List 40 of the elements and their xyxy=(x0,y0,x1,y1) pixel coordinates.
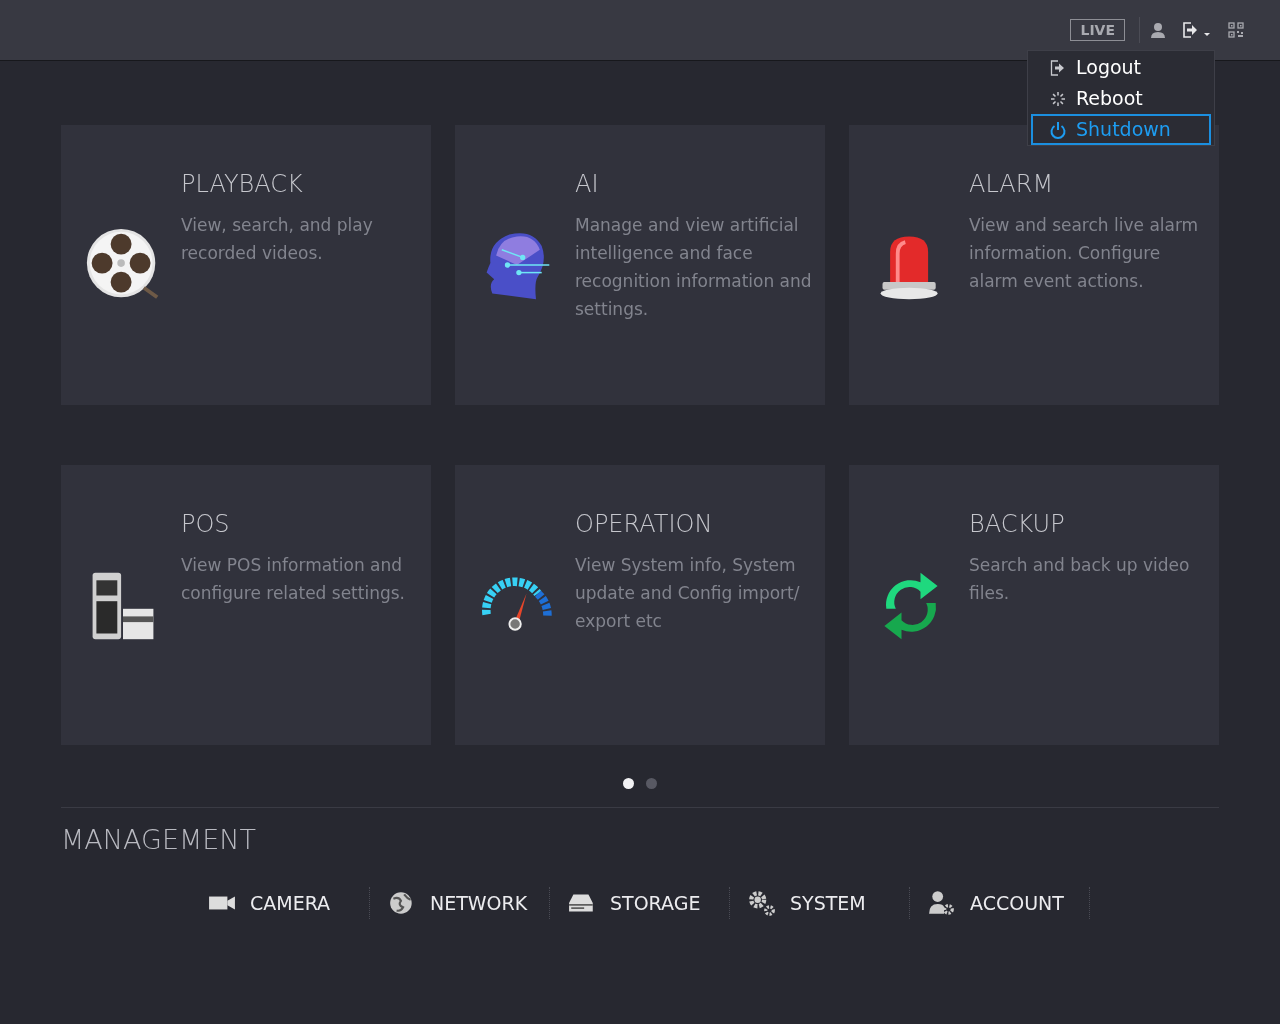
card-title: OPERATION xyxy=(575,509,714,539)
logout-icon xyxy=(1182,21,1212,39)
power-icon xyxy=(1050,120,1066,139)
card-description: View, search, and play recorded videos. xyxy=(181,214,374,265)
management-link[interactable]: CAMERA xyxy=(190,886,370,919)
qr-code-button[interactable] xyxy=(1228,22,1244,38)
page-dot[interactable] xyxy=(623,778,634,789)
card-description: View System info, System update and Config import/ export etc xyxy=(575,554,801,633)
management-link[interactable]: ACCOUNT xyxy=(910,886,1090,919)
live-button[interactable]: LIVE xyxy=(1070,19,1125,41)
module-card[interactable]: AI Manage and view artificial intelligence and face recognition information and settings. xyxy=(455,125,825,405)
qr-code-icon xyxy=(1228,22,1244,38)
menu-item[interactable]: Shutdown xyxy=(1031,114,1211,145)
card-title: POS xyxy=(181,509,231,539)
module-card[interactable]: BACKUP Search and back up video files. xyxy=(849,465,1219,745)
spinner-icon xyxy=(1050,90,1066,107)
management-link[interactable]: SYSTEM xyxy=(730,886,910,919)
user-gear-icon xyxy=(928,889,956,916)
logout-icon xyxy=(1050,59,1066,76)
user-icon xyxy=(1150,22,1166,38)
card-title: AI xyxy=(575,169,600,199)
gears-icon xyxy=(748,889,776,916)
user-button[interactable] xyxy=(1150,22,1166,38)
page-dot[interactable] xyxy=(646,778,657,789)
logout-menu-button[interactable] xyxy=(1182,21,1212,39)
module-card[interactable]: PLAYBACK View, search, and play recorded videos. xyxy=(61,125,431,405)
card-title: ALARM xyxy=(969,169,1055,199)
card-description: Manage and view artificial intelligence and face recognition information and settings. xyxy=(575,214,813,321)
card-description: View POS information and configure related settings. xyxy=(181,554,406,605)
card-title: BACKUP xyxy=(969,509,1066,539)
management-link[interactable]: NETWORK xyxy=(370,886,550,919)
menu-item[interactable]: Logout xyxy=(1031,52,1211,83)
management-link[interactable]: STORAGE xyxy=(550,886,730,919)
card-description: Search and back up video files. xyxy=(969,554,1191,605)
module-card[interactable]: POS View POS information and configure related settings. xyxy=(61,465,431,745)
module-card[interactable]: OPERATION View System info, System update and Config import/ export etc xyxy=(455,465,825,745)
card-description: View and search live alarm information. Configure alarm event actions. xyxy=(969,214,1200,293)
card-title: PLAYBACK xyxy=(181,169,304,199)
section-title: MANAGEMENT xyxy=(61,823,257,857)
menu-item[interactable]: Reboot xyxy=(1031,83,1211,114)
